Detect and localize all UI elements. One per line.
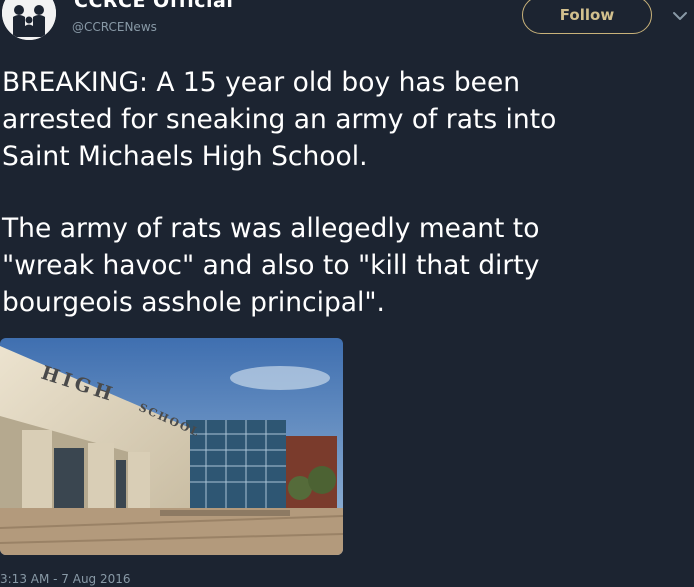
tweet-timestamp[interactable]: 3:13 AM - 7 Aug 2016: [0, 572, 131, 586]
avatar[interactable]: [2, 0, 56, 40]
tweet-paragraph: BREAKING: A 15 year old boy has been arr…: [2, 67, 557, 172]
attached-photo[interactable]: HIGH SCHOOL: [0, 338, 343, 555]
account-handle[interactable]: @CCRCENews: [72, 20, 157, 34]
tweet-text: BREAKING: A 15 year old boy has been arr…: [2, 64, 682, 321]
school-building-photo: HIGH SCHOOL: [0, 338, 343, 555]
follow-button[interactable]: Follow: [522, 0, 652, 34]
tweet-paragraph: The army of rats was allegedly meant to …: [2, 213, 540, 318]
family-silhouette-icon: [2, 0, 56, 40]
chevron-down-icon[interactable]: [670, 6, 690, 26]
display-name[interactable]: CCRCE Official: [74, 0, 233, 12]
tweet-card: CCRCE Official @CCRCENews Follow BREAKIN…: [0, 0, 694, 587]
